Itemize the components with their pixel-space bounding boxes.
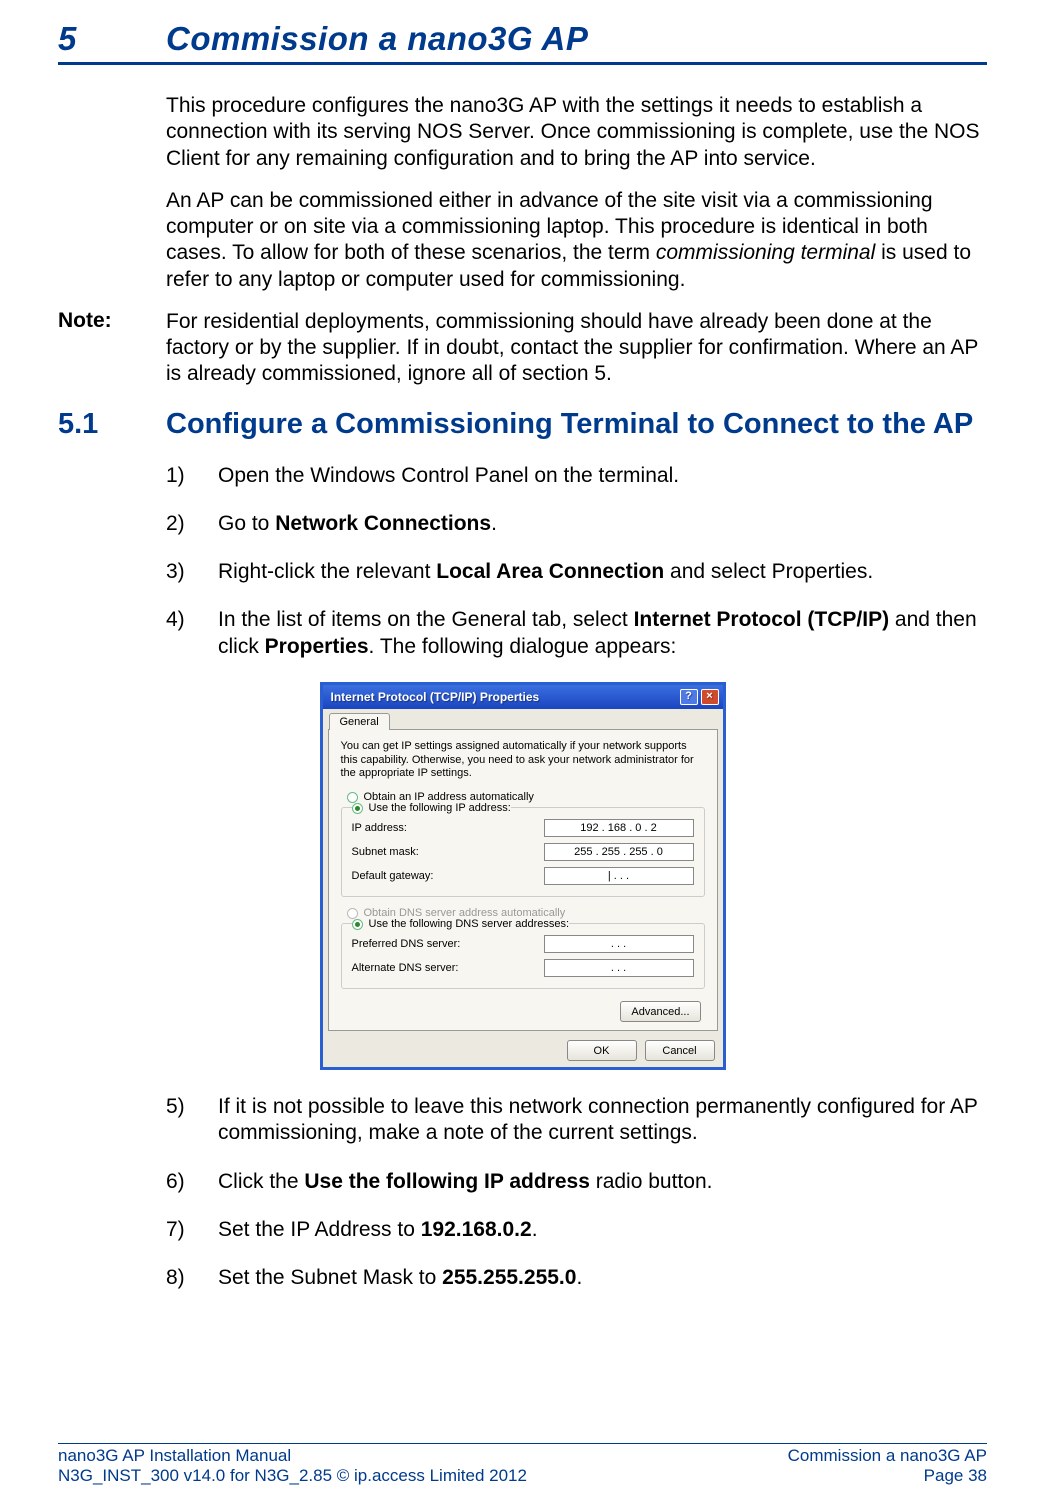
step-6: 6) Click the Use the following IP addres… bbox=[166, 1169, 987, 1195]
ip-field-group: Use the following IP address: IP address… bbox=[341, 807, 705, 897]
footer-page-number: Page 38 bbox=[788, 1466, 987, 1486]
label-alternate-dns: Alternate DNS server: bbox=[352, 962, 459, 974]
step-3: 3) Right-click the relevant Local Area C… bbox=[166, 559, 987, 585]
step-5: 5) If it is not possible to leave this n… bbox=[166, 1094, 987, 1147]
input-subnet-mask[interactable]: 255 . 255 . 255 . 0 bbox=[544, 843, 694, 861]
radio-icon bbox=[347, 908, 358, 919]
commissioning-terminal-term: commissioning terminal bbox=[656, 241, 875, 264]
input-preferred-dns[interactable]: . . . bbox=[544, 935, 694, 953]
page-footer: nano3G AP Installation Manual N3G_INST_3… bbox=[58, 1443, 987, 1486]
section-title: Configure a Commissioning Terminal to Co… bbox=[166, 408, 973, 441]
section-header: 5.1 Configure a Commissioning Terminal t… bbox=[58, 408, 987, 441]
input-alternate-dns[interactable]: . . . bbox=[544, 959, 694, 977]
label-preferred-dns: Preferred DNS server: bbox=[352, 938, 461, 950]
input-default-gateway[interactable]: | . . . bbox=[544, 867, 694, 885]
footer-copyright: N3G_INST_300 v14.0 for N3G_2.85 © ip.acc… bbox=[58, 1466, 527, 1486]
label-default-gateway: Default gateway: bbox=[352, 870, 434, 882]
radio-use-ip[interactable]: Use the following IP address: bbox=[352, 800, 511, 816]
step-2: 2) Go to Network Connections. bbox=[166, 511, 987, 537]
footer-chapter-title: Commission a nano3G AP bbox=[788, 1446, 987, 1466]
paragraph-2: An AP can be commissioned either in adva… bbox=[166, 188, 987, 293]
dialog-help-text: You can get IP settings assigned automat… bbox=[341, 740, 705, 781]
chapter-header: 5 Commission a nano3G AP bbox=[58, 20, 987, 65]
step-1: 1) Open the Windows Control Panel on the… bbox=[166, 463, 987, 489]
paragraph-1: This procedure configures the nano3G AP … bbox=[166, 93, 987, 172]
tab-general[interactable]: General bbox=[329, 713, 390, 730]
label-ip-address: IP address: bbox=[352, 822, 407, 834]
chapter-number: 5 bbox=[58, 20, 166, 58]
note-text: For residential deployments, commissioni… bbox=[166, 309, 987, 388]
close-icon[interactable]: × bbox=[701, 689, 719, 705]
chapter-title: Commission a nano3G AP bbox=[166, 20, 588, 58]
dialog-title: Internet Protocol (TCP/IP) Properties bbox=[331, 690, 540, 704]
radio-icon bbox=[352, 919, 363, 930]
tcpip-properties-dialog: Internet Protocol (TCP/IP) Properties ? … bbox=[320, 682, 726, 1070]
step-7: 7) Set the IP Address to 192.168.0.2. bbox=[166, 1217, 987, 1243]
step-4: 4) In the list of items on the General t… bbox=[166, 607, 987, 660]
input-ip-address[interactable]: 192 . 168 . 0 . 2 bbox=[544, 819, 694, 837]
radio-icon bbox=[347, 792, 358, 803]
footer-manual-title: nano3G AP Installation Manual bbox=[58, 1446, 527, 1466]
radio-icon bbox=[352, 803, 363, 814]
dns-field-group: Use the following DNS server addresses: … bbox=[341, 923, 705, 989]
ok-button[interactable]: OK bbox=[567, 1040, 637, 1061]
note-label: Note: bbox=[58, 309, 166, 388]
note-block: Note: For residential deployments, commi… bbox=[58, 309, 987, 388]
help-icon[interactable]: ? bbox=[680, 689, 698, 705]
advanced-button[interactable]: Advanced... bbox=[620, 1001, 700, 1022]
label-subnet-mask: Subnet mask: bbox=[352, 846, 419, 858]
section-number: 5.1 bbox=[58, 408, 166, 441]
radio-use-dns[interactable]: Use the following DNS server addresses: bbox=[352, 916, 570, 932]
step-8: 8) Set the Subnet Mask to 255.255.255.0. bbox=[166, 1265, 987, 1291]
cancel-button[interactable]: Cancel bbox=[645, 1040, 715, 1061]
dialog-titlebar[interactable]: Internet Protocol (TCP/IP) Properties ? … bbox=[323, 685, 723, 709]
